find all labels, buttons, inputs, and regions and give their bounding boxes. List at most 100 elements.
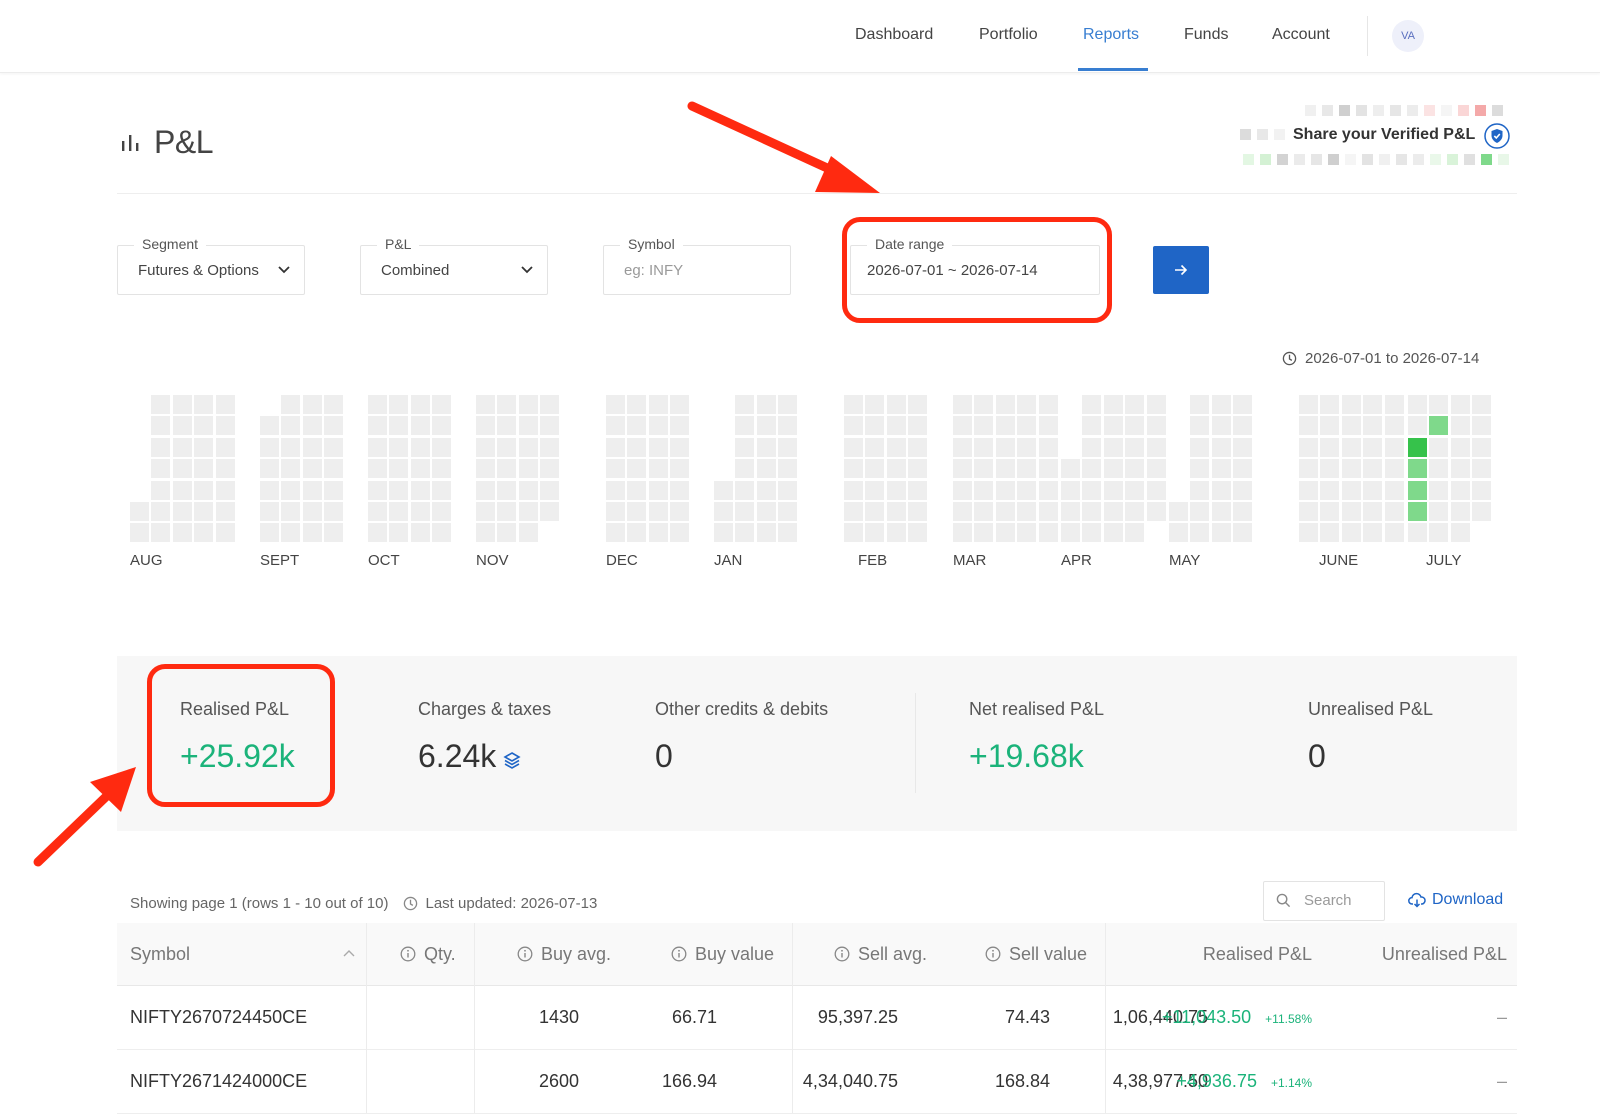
heatmap-day-cell[interactable] bbox=[1408, 395, 1427, 414]
heatmap-day-cell[interactable] bbox=[1320, 437, 1340, 457]
heatmap-day-cell[interactable] bbox=[1103, 459, 1123, 479]
heatmap-day-cell[interactable] bbox=[1450, 502, 1470, 521]
heatmap-day-cell[interactable] bbox=[260, 416, 279, 436]
heatmap-day-cell[interactable] bbox=[410, 416, 430, 436]
heatmap-day-cell[interactable] bbox=[1472, 480, 1492, 500]
heatmap-day-cell[interactable] bbox=[302, 480, 322, 500]
heatmap-day-cell[interactable] bbox=[756, 416, 776, 436]
heatmap-day-cell[interactable] bbox=[995, 395, 1015, 414]
heatmap-day-cell[interactable] bbox=[302, 459, 322, 479]
heatmap-day-cell[interactable] bbox=[215, 395, 235, 414]
heatmap-day-cell[interactable] bbox=[151, 523, 171, 543]
heatmap-day-cell[interactable] bbox=[432, 480, 452, 500]
heatmap-day-cell[interactable] bbox=[1429, 523, 1449, 543]
layers-icon[interactable] bbox=[502, 750, 522, 770]
heatmap-day-cell[interactable] bbox=[953, 480, 972, 500]
pnl-select[interactable]: P&L Combined bbox=[360, 236, 548, 295]
heatmap-day-cell[interactable] bbox=[756, 437, 776, 457]
heatmap-day-cell[interactable] bbox=[172, 480, 192, 500]
heatmap-day-cell[interactable] bbox=[1429, 437, 1449, 457]
heatmap-day-cell[interactable] bbox=[974, 480, 994, 500]
heatmap-day-cell[interactable] bbox=[281, 502, 301, 521]
heatmap-day-cell[interactable] bbox=[735, 416, 755, 436]
heatmap-day-cell[interactable] bbox=[1408, 459, 1427, 479]
heatmap-day-cell[interactable] bbox=[953, 523, 972, 543]
heatmap-day-cell[interactable] bbox=[1472, 437, 1492, 457]
heatmap-day-cell[interactable] bbox=[1472, 502, 1492, 521]
heatmap-day-cell[interactable] bbox=[1190, 480, 1210, 500]
heatmap-day-cell[interactable] bbox=[497, 459, 517, 479]
heatmap-day-cell[interactable] bbox=[735, 523, 755, 543]
heatmap-day-cell[interactable] bbox=[606, 523, 625, 543]
heatmap-day-cell[interactable] bbox=[1450, 480, 1470, 500]
heatmap-day-cell[interactable] bbox=[1429, 459, 1449, 479]
col-realised-pnl[interactable]: Realised P&L bbox=[1117, 923, 1312, 985]
heatmap-day-cell[interactable] bbox=[1061, 502, 1080, 521]
heatmap-day-cell[interactable] bbox=[1061, 480, 1080, 500]
heatmap-day-cell[interactable] bbox=[432, 523, 452, 543]
heatmap-day-cell[interactable] bbox=[281, 416, 301, 436]
heatmap-day-cell[interactable] bbox=[1038, 459, 1058, 479]
heatmap-day-cell[interactable] bbox=[476, 437, 495, 457]
heatmap-day-cell[interactable] bbox=[1363, 416, 1383, 436]
col-sell-value[interactable]: Sell value bbox=[985, 923, 1087, 985]
heatmap-day-cell[interactable] bbox=[172, 437, 192, 457]
heatmap-day-cell[interactable] bbox=[389, 395, 409, 414]
heatmap-day-cell[interactable] bbox=[1017, 437, 1037, 457]
heatmap-day-cell[interactable] bbox=[389, 502, 409, 521]
heatmap-day-cell[interactable] bbox=[497, 502, 517, 521]
heatmap-day-cell[interactable] bbox=[670, 480, 690, 500]
heatmap-day-cell[interactable] bbox=[865, 459, 885, 479]
heatmap-day-cell[interactable] bbox=[670, 523, 690, 543]
heatmap-day-cell[interactable] bbox=[1082, 395, 1102, 414]
heatmap-day-cell[interactable] bbox=[1190, 502, 1210, 521]
heatmap-day-cell[interactable] bbox=[1125, 523, 1145, 543]
heatmap-day-cell[interactable] bbox=[1082, 416, 1102, 436]
heatmap-day-cell[interactable] bbox=[844, 502, 863, 521]
heatmap-day-cell[interactable] bbox=[497, 437, 517, 457]
heatmap-day-cell[interactable] bbox=[1211, 502, 1231, 521]
heatmap-day-cell[interactable] bbox=[281, 523, 301, 543]
heatmap-day-cell[interactable] bbox=[865, 502, 885, 521]
heatmap-day-cell[interactable] bbox=[1450, 523, 1470, 543]
heatmap-day-cell[interactable] bbox=[1384, 395, 1404, 414]
heatmap-day-cell[interactable] bbox=[1408, 437, 1427, 457]
heatmap-day-cell[interactable] bbox=[1320, 480, 1340, 500]
heatmap-day-cell[interactable] bbox=[215, 416, 235, 436]
heatmap-day-cell[interactable] bbox=[194, 523, 214, 543]
heatmap-day-cell[interactable] bbox=[778, 395, 798, 414]
heatmap-day-cell[interactable] bbox=[865, 395, 885, 414]
heatmap-day-cell[interactable] bbox=[518, 459, 538, 479]
heatmap-day-cell[interactable] bbox=[1190, 416, 1210, 436]
heatmap-day-cell[interactable] bbox=[974, 395, 994, 414]
heatmap-day-cell[interactable] bbox=[1017, 523, 1037, 543]
heatmap-day-cell[interactable] bbox=[1384, 416, 1404, 436]
heatmap-day-cell[interactable] bbox=[172, 523, 192, 543]
heatmap-day-cell[interactable] bbox=[1233, 437, 1253, 457]
heatmap-day-cell[interactable] bbox=[778, 480, 798, 500]
heatmap-day-cell[interactable] bbox=[995, 502, 1015, 521]
heatmap-day-cell[interactable] bbox=[1125, 395, 1145, 414]
heatmap-day-cell[interactable] bbox=[518, 416, 538, 436]
heatmap-day-cell[interactable] bbox=[1233, 480, 1253, 500]
heatmap-day-cell[interactable] bbox=[151, 395, 171, 414]
heatmap-day-cell[interactable] bbox=[865, 480, 885, 500]
col-buy-avg[interactable]: Buy avg. bbox=[517, 923, 611, 985]
heatmap-day-cell[interactable] bbox=[735, 502, 755, 521]
heatmap-day-cell[interactable] bbox=[389, 480, 409, 500]
heatmap-day-cell[interactable] bbox=[476, 480, 495, 500]
heatmap-day-cell[interactable] bbox=[151, 416, 171, 436]
heatmap-day-cell[interactable] bbox=[302, 523, 322, 543]
heatmap-day-cell[interactable] bbox=[540, 437, 560, 457]
heatmap-day-cell[interactable] bbox=[410, 523, 430, 543]
table-row[interactable]: NIFTY2670724450CE 1430 66.71 95,397.25 7… bbox=[117, 986, 1517, 1050]
heatmap-day-cell[interactable] bbox=[260, 523, 279, 543]
heatmap-day-cell[interactable] bbox=[953, 416, 972, 436]
heatmap-day-cell[interactable] bbox=[1017, 459, 1037, 479]
heatmap-day-cell[interactable] bbox=[1103, 416, 1123, 436]
heatmap-day-cell[interactable] bbox=[389, 416, 409, 436]
heatmap-day-cell[interactable] bbox=[1320, 523, 1340, 543]
nav-dashboard[interactable]: Dashboard bbox=[855, 0, 933, 72]
heatmap-day-cell[interactable] bbox=[1211, 480, 1231, 500]
heatmap-day-cell[interactable] bbox=[627, 459, 647, 479]
